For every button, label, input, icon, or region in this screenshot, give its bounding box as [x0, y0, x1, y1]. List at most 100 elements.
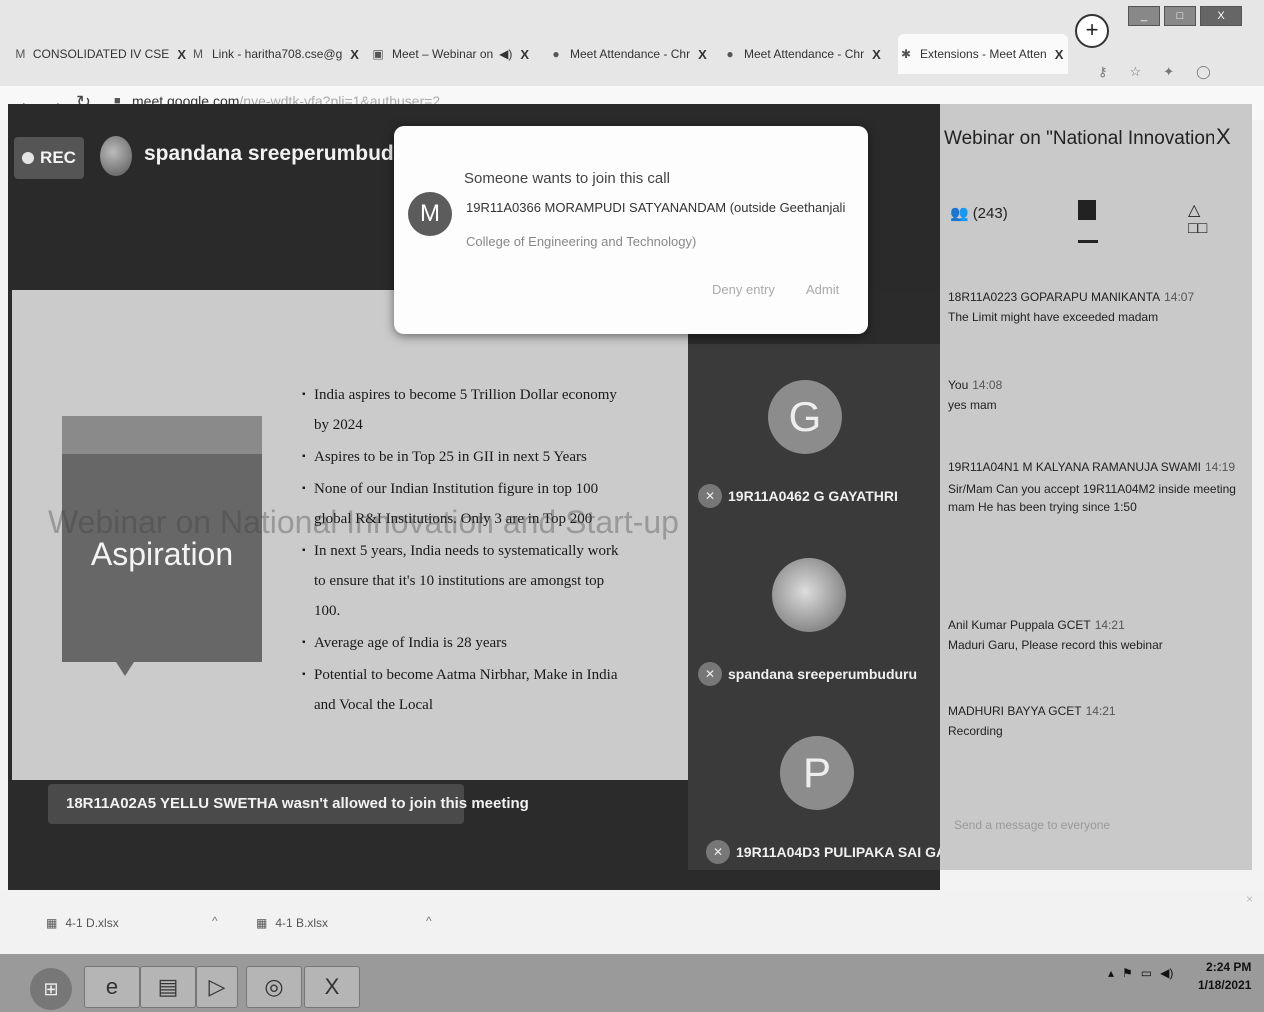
key-icon[interactable]: ⚷ [1098, 64, 1108, 80]
volume-icon[interactable]: ◀) [1160, 966, 1173, 980]
tab-meet-attendance-1[interactable]: ● Meet Attendance - Chr X [548, 34, 714, 74]
star-icon[interactable]: ☆ [1130, 64, 1142, 80]
requester-name: 19R11A0366 MORAMPUDI SATYANANDAM [466, 200, 727, 215]
bullet-item: Average age of India is 28 years [302, 628, 632, 658]
bullet-item: Potential to become Aatma Nirbhar, Make … [302, 660, 632, 720]
window-close-button[interactable]: X [1200, 6, 1242, 26]
message-text: The Limit might have exceeded madam [948, 310, 1159, 324]
message-text: Recording [948, 724, 1003, 738]
people-icon: 👥 [950, 205, 969, 222]
aspiration-card-band [62, 416, 262, 454]
internet-explorer-icon[interactable]: e [84, 966, 140, 1008]
requester-note-2: College of Engineering and Technology) [466, 234, 697, 249]
minimize-button[interactable]: _ [1128, 6, 1160, 26]
excel-file-icon: ▦ [256, 916, 268, 930]
system-clock[interactable]: 2:24 PM 1/18/2021 [1198, 958, 1251, 994]
participant-avatar: P [780, 736, 854, 810]
chevron-up-icon[interactable]: ^ [426, 914, 432, 928]
maximize-button[interactable]: □ [1164, 6, 1196, 26]
close-panel-button[interactable]: X [1216, 124, 1231, 150]
bullet-item: Aspires to be in Top 25 in GII in next 5… [302, 442, 632, 472]
requester-avatar: M [408, 192, 452, 236]
participant-name: 19R11A04D3 PULIPAKA SAI GAN... [736, 844, 940, 860]
media-player-icon[interactable]: ▷ [196, 966, 238, 1008]
dialog-title: Someone wants to join this call [464, 170, 670, 187]
rec-label: REC [40, 148, 76, 167]
new-tab-button[interactable]: + [1075, 14, 1109, 48]
admit-button[interactable]: Admit [806, 282, 839, 297]
chat-message: 18R11A0223 GOPARAPU MANIKANTA 14:07 The L… [948, 290, 1244, 324]
message-time: 14:19 [1204, 460, 1236, 474]
message-text: Maduri Garu, Please record this webinar [948, 638, 1163, 652]
tab-close-button[interactable]: X [1055, 47, 1064, 62]
tab-title: CONSOLIDATED IV CSE [32, 47, 170, 61]
participant-tile[interactable]: G ✕ 19R11A0462 G GAYATHRI [688, 344, 940, 524]
participant-tile[interactable]: ✕ spandana sreeperumbuduru [688, 524, 940, 702]
panel-title: Webinar on "National Innovation a... [944, 128, 1214, 149]
people-count: (243) [972, 204, 1008, 222]
message-text: Sir/Mam Can you accept 19R11A04M2 inside… [948, 482, 1236, 514]
tab-close-button[interactable]: X [872, 47, 881, 62]
participant-avatar: G [768, 380, 842, 454]
download-filename: 4-1 D.xlsx [65, 916, 119, 930]
download-item[interactable]: ▦ 4-1 B.xlsx [256, 916, 328, 930]
dialog-body: 19R11A0366 MORAMPUDI SATYANANDAM (outsid… [466, 196, 852, 252]
activities-icon[interactable]: △ □□ [1188, 200, 1207, 238]
chat-icon[interactable] [1078, 200, 1096, 220]
chat-message: Anil Kumar Puppala GCET 14:21 Maduri Garu… [948, 618, 1244, 652]
tab-close-button[interactable]: X [520, 47, 529, 62]
participant-tile[interactable]: P ✕ 19R11A04D3 PULIPAKA SAI GAN... [688, 702, 940, 870]
tab-close-button[interactable]: X [350, 47, 359, 62]
tab-close-button[interactable]: X [177, 47, 186, 62]
message-sender: You [948, 378, 969, 392]
people-tab[interactable]: 👥 (243) [950, 204, 1008, 223]
extension-icon: ● [552, 47, 560, 61]
download-item[interactable]: ▦ 4-1 D.xlsx [46, 916, 119, 930]
chat-panel: Webinar on "National Innovation a... X 👥… [940, 104, 1252, 870]
puzzle-icon: ✱ [900, 47, 912, 61]
chrome-icon[interactable]: ◎ [246, 966, 302, 1008]
chat-message-input[interactable]: Send a message to everyone [954, 818, 1110, 832]
participant-name: spandana sreeperumbuduru [728, 666, 918, 682]
network-icon[interactable]: ▭ [1141, 966, 1152, 980]
join-denied-toast: 18R11A02A5 YELLU SWETHA wasn't allowed t… [48, 784, 529, 824]
tab-close-button[interactable]: X [698, 47, 707, 62]
download-filename: 4-1 B.xlsx [275, 916, 329, 930]
extension-icon: ● [726, 47, 734, 61]
window-controls: _ □ X [1128, 6, 1242, 26]
file-explorer-icon[interactable]: ▤ [140, 966, 196, 1008]
pin-icon[interactable]: ✦ [1163, 64, 1174, 80]
record-dot-icon [22, 152, 35, 164]
mic-off-icon: ✕ [698, 484, 722, 508]
tab-consolidated[interactable]: M CONSOLIDATED IV CSE X [14, 34, 186, 74]
flag-icon[interactable]: ⚑ [1122, 966, 1133, 980]
clock-time: 2:24 PM [1206, 960, 1252, 974]
gmail-icon: M [15, 47, 26, 61]
tab-link-haritha[interactable]: M Link - haritha708.cse@g X [190, 34, 360, 74]
speaker-icon: ◀) [499, 47, 513, 61]
profile-icon[interactable]: ◯ [1196, 64, 1211, 80]
message-text: yes mam [948, 398, 997, 412]
tab-title: Meet Attendance - Chr [570, 47, 691, 61]
recording-indicator: REC [14, 137, 84, 179]
active-tab-indicator [1078, 240, 1098, 243]
excel-icon[interactable]: X [304, 966, 360, 1008]
address-bar-icons: ⚷ ☆ ✦ ◯ [1098, 64, 1211, 80]
tab-title: Extensions - Meet Atten [920, 47, 1047, 61]
close-icon[interactable]: × [1246, 892, 1253, 906]
presenter-avatar [100, 136, 132, 176]
chevron-up-icon[interactable]: ^ [212, 914, 218, 928]
downloads-bar: ▦ 4-1 D.xlsx ^ ▦ 4-1 B.xlsx ^ × [0, 890, 1264, 954]
message-sender: Anil Kumar Puppala GCET [948, 618, 1091, 632]
mic-off-icon: ✕ [698, 662, 722, 686]
tab-meet-attendance-2[interactable]: ● Meet Attendance - Chr X [722, 34, 888, 74]
deny-entry-button[interactable]: Deny entry [712, 282, 775, 297]
participant-avatar [772, 558, 846, 632]
tab-extensions[interactable]: ✱ Extensions - Meet Atten X [898, 34, 1068, 74]
show-hidden-icons-icon[interactable]: ▴ [1108, 966, 1114, 980]
tab-meet-webinar[interactable]: ▣ Meet – Webinar on ◀) X [370, 34, 538, 74]
requester-note: (outside Geethanjali [729, 200, 846, 215]
tab-title: Meet – Webinar on [392, 47, 494, 61]
presenting-text: spandana sreeperumbuduru is pre [144, 142, 404, 165]
start-button[interactable]: ⊞ [30, 968, 72, 1010]
